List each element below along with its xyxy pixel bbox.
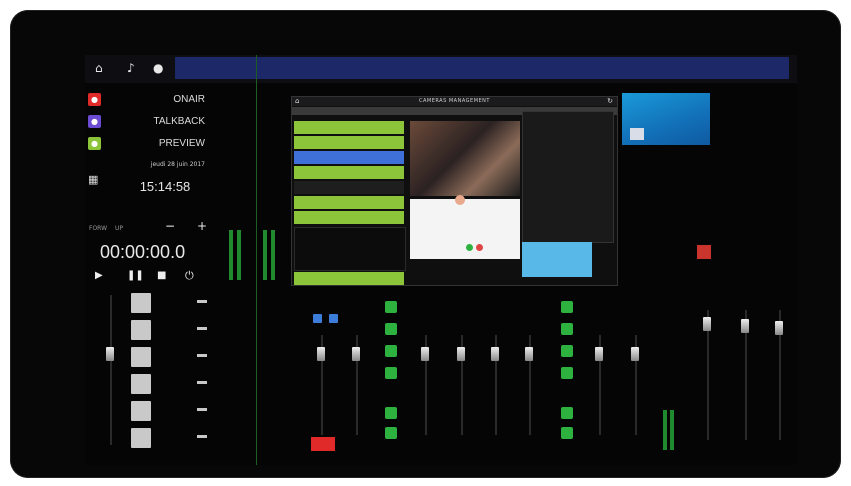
cart-button[interactable] xyxy=(131,293,151,313)
cart-button[interactable] xyxy=(131,320,151,340)
divider xyxy=(256,55,257,465)
fader-knob[interactable] xyxy=(775,321,783,335)
level-meter xyxy=(670,410,674,450)
channel-select-button[interactable] xyxy=(329,314,338,323)
channel-on-button[interactable] xyxy=(385,367,397,379)
source-thumbnail[interactable] xyxy=(522,242,592,277)
stop-icon[interactable]: ■ xyxy=(157,270,166,281)
camera-row[interactable] xyxy=(294,121,404,134)
fader-knob[interactable] xyxy=(421,347,429,361)
timer-plus-button[interactable]: + xyxy=(197,219,207,233)
on-air-button[interactable] xyxy=(311,437,335,451)
channel-on-button[interactable] xyxy=(385,345,397,357)
source-list[interactable] xyxy=(522,111,614,243)
talkback-button[interactable]: ● xyxy=(88,115,101,128)
home-icon[interactable]: ⌂ xyxy=(95,61,103,75)
accept-button[interactable] xyxy=(466,244,473,251)
screen: ⌂ ♪ ● ● ONAIR ● TALKBACK ● PREVIEW jeudi… xyxy=(85,55,797,465)
level-meter xyxy=(263,230,267,280)
tablet-frame: ⌂ ♪ ● ● ONAIR ● TALKBACK ● PREVIEW jeudi… xyxy=(10,10,841,478)
album-label xyxy=(630,128,644,140)
level-meter xyxy=(271,230,275,280)
cart-button[interactable] xyxy=(131,347,151,367)
fader-knob[interactable] xyxy=(491,347,499,361)
onair-label: ONAIR xyxy=(173,94,205,105)
home-icon[interactable]: ⌂ xyxy=(295,97,299,105)
timer-mode-forw[interactable]: FORW xyxy=(89,225,107,232)
mic-icon[interactable]: ● xyxy=(153,61,163,75)
fader-knob[interactable] xyxy=(457,347,465,361)
channel-on-button[interactable] xyxy=(385,407,397,419)
camera-row[interactable] xyxy=(294,181,404,194)
pad-indicator xyxy=(197,435,207,438)
record-button[interactable] xyxy=(697,245,711,259)
level-meter xyxy=(237,230,241,280)
calendar-icon: ▦ xyxy=(88,173,99,186)
fader-knob[interactable] xyxy=(525,347,533,361)
fader-knob[interactable] xyxy=(703,317,711,331)
camera-row[interactable] xyxy=(294,196,404,209)
pad-indicator xyxy=(197,408,207,411)
pause-icon[interactable]: ❚❚ xyxy=(127,270,144,281)
fader-knob[interactable] xyxy=(317,347,325,361)
cameras-panel-title: CAMERAS MANAGEMENT xyxy=(292,97,617,106)
onair-button[interactable]: ● xyxy=(88,93,101,106)
cart-button[interactable] xyxy=(131,428,151,448)
fader-knob[interactable] xyxy=(106,347,114,361)
channel-on-button[interactable] xyxy=(385,301,397,313)
channel-on-button[interactable] xyxy=(385,323,397,335)
fader-track xyxy=(110,295,112,445)
pad-indicator xyxy=(197,381,207,384)
music-icon[interactable]: ♪ xyxy=(127,61,135,75)
timer-display: 00:00:00.0 xyxy=(100,242,186,262)
pad-indicator xyxy=(197,327,207,330)
channel-on-button[interactable] xyxy=(561,427,573,439)
preview-button[interactable]: ● xyxy=(88,137,101,150)
power-icon[interactable]: ⏻ xyxy=(185,269,194,283)
top-info-band xyxy=(175,57,789,79)
camera-row[interactable] xyxy=(294,136,404,149)
decline-button[interactable] xyxy=(476,244,483,251)
cameras-management-panel: CAMERAS MANAGEMENT ⌂ ↻ xyxy=(291,96,618,286)
timer-minus-button[interactable]: − xyxy=(165,219,175,233)
cart-button[interactable] xyxy=(131,401,151,421)
camera-row[interactable] xyxy=(294,151,404,164)
fader-knob[interactable] xyxy=(631,347,639,361)
fader-knob[interactable] xyxy=(741,319,749,333)
timer-mode-up[interactable]: UP xyxy=(115,225,123,232)
fader-knob[interactable] xyxy=(595,347,603,361)
refresh-icon[interactable]: ↻ xyxy=(607,97,613,105)
channel-on-button[interactable] xyxy=(561,367,573,379)
level-meter xyxy=(663,410,667,450)
play-icon[interactable]: ▶ xyxy=(95,270,103,281)
camera-video-feed xyxy=(410,121,520,196)
cart-button[interactable] xyxy=(131,374,151,394)
channel-on-button[interactable] xyxy=(561,407,573,419)
avatar xyxy=(455,195,465,205)
date-label: jeudi 28 juin 2017 xyxy=(150,161,205,168)
channel-on-button[interactable] xyxy=(561,345,573,357)
channel-on-button[interactable] xyxy=(561,301,573,313)
preview-placeholder xyxy=(294,227,406,271)
album-cover xyxy=(622,93,710,145)
pad-indicator xyxy=(197,354,207,357)
camera-row[interactable] xyxy=(294,272,404,285)
level-meter xyxy=(229,230,233,280)
clock: 15:14:58 xyxy=(139,179,191,194)
pad-indicator xyxy=(197,300,207,303)
camera-row[interactable] xyxy=(294,211,404,224)
fader-knob[interactable] xyxy=(352,347,360,361)
talkback-label: TALKBACK xyxy=(153,116,206,127)
camera-row[interactable] xyxy=(294,166,404,179)
channel-on-button[interactable] xyxy=(561,323,573,335)
preview-label: PREVIEW xyxy=(158,138,205,149)
top-bar: ⌂ ♪ ● xyxy=(85,55,797,83)
overlay-dialog xyxy=(410,195,520,259)
channel-on-button[interactable] xyxy=(385,427,397,439)
channel-select-button[interactable] xyxy=(313,314,322,323)
